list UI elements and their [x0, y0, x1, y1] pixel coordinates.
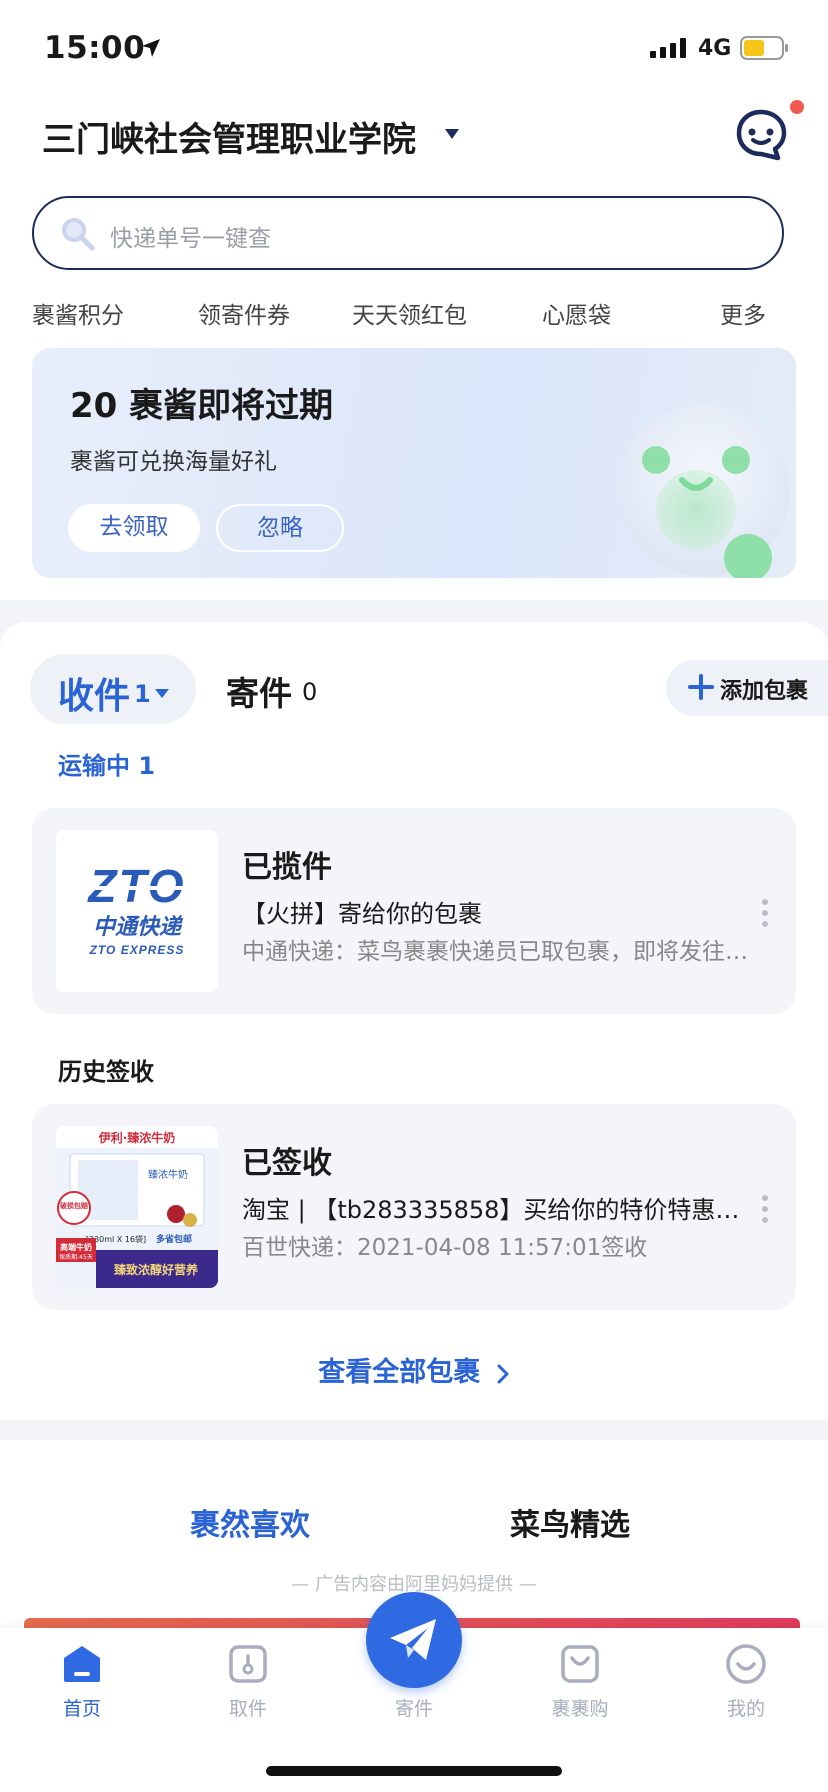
svg-text:ZTO EXPRESS: ZTO EXPRESS — [89, 943, 185, 957]
profile-icon — [726, 1644, 766, 1684]
tab-send-count: 0 — [302, 678, 318, 706]
in-transit-filter[interactable]: 运输中 1 — [58, 746, 155, 781]
quick-link-more[interactable]: 更多 — [720, 296, 766, 330]
tab-profile[interactable]: 我的 — [686, 1642, 806, 1721]
signal-icon — [650, 38, 686, 58]
quick-link-coupons[interactable]: 领寄件券 — [198, 296, 290, 330]
home-indicator — [266, 1766, 562, 1776]
package-card[interactable]: 伊利·臻浓牛奶 臻浓牛奶 破损包赔 [230ml X 16袋] 多省包邮 高端牛… — [32, 1104, 796, 1310]
plus-icon — [688, 674, 714, 700]
send-package-button[interactable] — [366, 1592, 462, 1688]
pickup-icon — [229, 1645, 267, 1683]
courier-logo: ZTO 中通快递 ZTO EXPRESS — [56, 830, 218, 992]
customer-service-icon[interactable] — [734, 108, 788, 162]
packages-panel: 收件 1 寄件 0 添加包裹 运输中 1 ZTO 中通快递 ZTO EXPRES… — [0, 622, 828, 1420]
tab-cainiao-selection[interactable]: 菜鸟精选 — [510, 1500, 630, 1544]
quick-link-points[interactable]: 裹酱积分 — [32, 296, 124, 330]
chevron-right-icon — [497, 1364, 509, 1383]
svg-text:保质期:45天: 保质期:45天 — [59, 1253, 93, 1261]
shopping-bag-icon — [561, 1645, 599, 1683]
ignore-button[interactable]: 忽略 — [216, 504, 344, 552]
tab-profile-label: 我的 — [726, 1698, 765, 1720]
tab-receive-label: 收件 — [58, 676, 131, 717]
product-thumbnail: 伊利·臻浓牛奶 臻浓牛奶 破损包赔 [230ml X 16袋] 多省包邮 高端牛… — [56, 1126, 218, 1288]
svg-text:高端牛奶: 高端牛奶 — [60, 1242, 92, 1252]
quick-link-red-packet[interactable]: 天天领红包 — [352, 296, 467, 330]
tab-home[interactable]: 首页 — [22, 1642, 142, 1721]
promo-title: 20 裹酱即将过期 — [70, 386, 334, 426]
tab-pickup-label: 取件 — [228, 1698, 267, 1720]
package-card[interactable]: ZTO 中通快递 ZTO EXPRESS 已揽件 【火拼】寄给你的包裹 中通快递… — [32, 808, 796, 1014]
history-section-title: 历史签收 — [58, 1058, 154, 1086]
promo-subtitle: 裹酱可兑换海量好礼 — [70, 449, 277, 475]
campus-selector-title[interactable]: 三门峡社会管理职业学院 — [42, 112, 416, 161]
zto-logo-icon: ZTO 中通快递 ZTO EXPRESS — [56, 830, 218, 992]
view-all-label: 查看全部包裹 — [318, 1357, 481, 1388]
package-title: 【火拼】寄给你的包裹 — [242, 900, 482, 928]
tab-receive[interactable]: 收件 1 — [30, 654, 196, 724]
svg-text:伊利·臻浓牛奶: 伊利·臻浓牛奶 — [98, 1130, 176, 1145]
notification-dot — [790, 100, 804, 114]
paper-plane-icon — [390, 1619, 436, 1660]
svg-text:中通快递: 中通快递 — [93, 914, 184, 940]
add-package-label: 添加包裹 — [720, 679, 809, 704]
search-icon — [62, 218, 95, 251]
search-placeholder: 快递单号一键查 — [110, 226, 271, 252]
top-section: 15:00 4G 三门峡社会管理职业学院 快递单号一键查 裹酱积分 领寄件券 天… — [0, 0, 828, 600]
package-status: 已揽件 — [242, 850, 332, 885]
quick-links: 裹酱积分 领寄件券 天天领红包 心愿袋 更多 — [0, 296, 828, 336]
svg-text:多省包邮: 多省包邮 — [156, 1233, 192, 1245]
tab-receive-count: 1 — [134, 680, 151, 708]
tab-you-may-like[interactable]: 裹然喜欢 — [190, 1500, 310, 1544]
package-status: 已签收 — [242, 1146, 332, 1181]
status-time: 15:00 — [44, 30, 146, 66]
svg-text:臻致浓醇好营养: 臻致浓醇好营养 — [114, 1262, 198, 1277]
more-vertical-icon[interactable] — [760, 898, 770, 928]
tab-send-label: 寄件 — [394, 1698, 433, 1720]
svg-text:臻浓牛奶: 臻浓牛奶 — [148, 1168, 188, 1181]
tab-shop[interactable]: 裹裹购 — [520, 1642, 640, 1721]
package-tracking: 百世快递：2021-04-08 11:57:01签收 — [242, 1235, 648, 1261]
home-icon — [64, 1646, 100, 1682]
network-type: 4G — [698, 36, 732, 61]
app-screen: 15:00 4G 三门峡社会管理职业学院 快递单号一键查 裹酱积分 领寄件券 天… — [0, 0, 828, 1792]
caret-down-icon — [155, 689, 169, 698]
svg-text:破损包赔: 破损包赔 — [60, 1201, 88, 1210]
caret-down-icon[interactable] — [444, 128, 460, 140]
battery-icon — [740, 36, 788, 60]
view-all-packages-link[interactable]: 查看全部包裹 — [0, 1350, 828, 1389]
tab-send[interactable]: 寄件 — [226, 667, 292, 715]
points-expiry-banner: 20 裹酱即将过期 裹酱可兑换海量好礼 去领取 忽略 — [32, 348, 796, 578]
more-vertical-icon[interactable] — [760, 1194, 770, 1224]
tab-shop-label: 裹裹购 — [551, 1698, 609, 1720]
quick-link-wishlist[interactable]: 心愿袋 — [542, 296, 611, 330]
search-input[interactable]: 快递单号一键查 — [32, 196, 784, 270]
package-tracking: 中通快递：菜鸟裹裹快递员已取包裹，即将发往目的地 — [242, 939, 752, 965]
mascot-icon — [618, 404, 790, 578]
tab-pickup[interactable]: 取件 — [188, 1642, 308, 1721]
package-title: 淘宝 | 【tb283335858】买给你的特价特惠商品 — [242, 1196, 752, 1224]
milk-product-image: 伊利·臻浓牛奶 臻浓牛奶 破损包赔 [230ml X 16袋] 多省包邮 高端牛… — [56, 1126, 218, 1288]
tab-home-label: 首页 — [62, 1698, 101, 1720]
status-bar: 15:00 4G — [0, 0, 828, 92]
add-package-button[interactable]: 添加包裹 — [666, 660, 828, 716]
location-arrow-icon — [142, 39, 160, 57]
claim-button[interactable]: 去领取 — [68, 504, 200, 552]
